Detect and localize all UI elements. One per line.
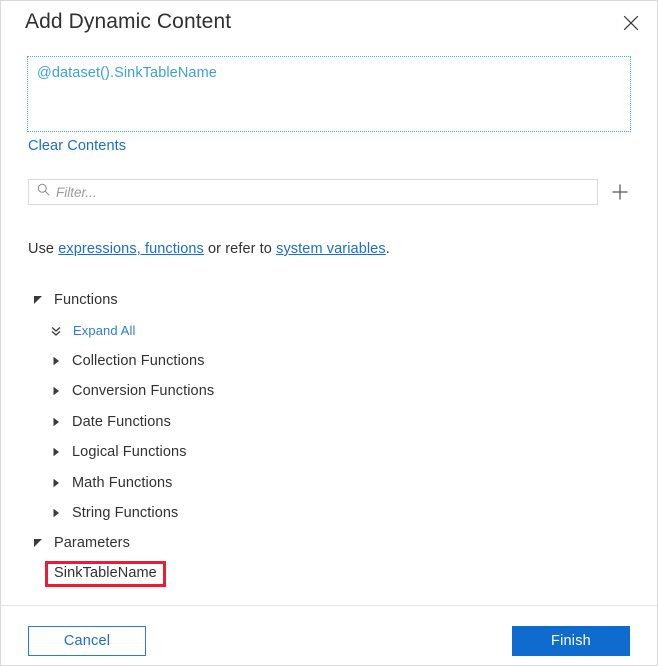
finish-button[interactable]: Finish xyxy=(512,626,630,656)
caret-right-icon xyxy=(50,507,62,519)
expand-all-row[interactable]: Expand All xyxy=(1,315,657,345)
tree-item-label: Logical Functions xyxy=(72,444,187,461)
tree-group-functions[interactable]: Functions xyxy=(1,285,657,315)
tree-group-functions-label: Functions xyxy=(54,292,118,309)
expression-value: @dataset().SinkTableName xyxy=(37,65,217,81)
tree-group-parameters-label: Parameters xyxy=(54,535,130,552)
close-button[interactable] xyxy=(615,7,647,39)
page-title: Add Dynamic Content xyxy=(25,10,232,33)
cancel-button[interactable]: Cancel xyxy=(28,626,146,656)
caret-right-icon xyxy=(50,446,62,458)
tree-item-label: Conversion Functions xyxy=(72,383,215,400)
plus-icon xyxy=(611,183,629,204)
system-variables-link[interactable]: system variables xyxy=(276,241,386,257)
tree-item-date-functions[interactable]: Date Functions xyxy=(1,407,657,437)
tree-item-conversion-functions[interactable]: Conversion Functions xyxy=(1,376,657,406)
search-icon xyxy=(37,183,50,201)
dialog-footer: Cancel Finish xyxy=(1,605,657,665)
footer-divider xyxy=(1,605,657,606)
double-chevron-down-icon xyxy=(50,325,62,337)
content-tree: Functions Expand All Collection Function… xyxy=(1,285,657,589)
tree-item-logical-functions[interactable]: Logical Functions xyxy=(1,437,657,467)
caret-right-icon xyxy=(50,355,62,367)
expand-all-label: Expand All xyxy=(73,323,136,339)
add-dynamic-content-dialog: Add Dynamic Content @dataset().SinkTable… xyxy=(0,0,658,666)
add-button[interactable] xyxy=(607,180,633,206)
hint-middle: or refer to xyxy=(203,241,277,257)
expressions-functions-link[interactable]: expressions, functions xyxy=(58,241,204,257)
hint-suffix: . xyxy=(385,241,390,257)
parameter-label: SinkTableName xyxy=(45,560,166,587)
dialog-header: Add Dynamic Content xyxy=(1,1,657,49)
filter-input[interactable] xyxy=(56,184,597,200)
expression-editor[interactable]: @dataset().SinkTableName xyxy=(27,56,631,132)
tree-item-label: Date Functions xyxy=(72,413,171,430)
tree-item-label: String Functions xyxy=(72,504,179,521)
tree-item-collection-functions[interactable]: Collection Functions xyxy=(1,346,657,376)
caret-down-icon xyxy=(32,294,44,306)
clear-contents-link[interactable]: Clear Contents xyxy=(28,138,126,154)
caret-right-icon xyxy=(50,385,62,397)
close-icon xyxy=(623,15,639,31)
tree-item-string-functions[interactable]: String Functions xyxy=(1,498,657,528)
hint-line: Use expressions, functions or refer to s… xyxy=(28,241,390,257)
caret-right-icon xyxy=(50,416,62,428)
tree-item-label: Collection Functions xyxy=(72,352,205,369)
tree-item-math-functions[interactable]: Math Functions xyxy=(1,467,657,497)
tree-item-label: Math Functions xyxy=(72,474,173,491)
tree-group-parameters[interactable]: Parameters xyxy=(1,528,657,558)
hint-prefix: Use xyxy=(28,241,59,257)
filter-box[interactable] xyxy=(28,179,598,205)
tree-item-sinktablename[interactable]: SinkTableName xyxy=(1,559,657,589)
caret-right-icon xyxy=(50,477,62,489)
caret-down-icon xyxy=(32,537,44,549)
